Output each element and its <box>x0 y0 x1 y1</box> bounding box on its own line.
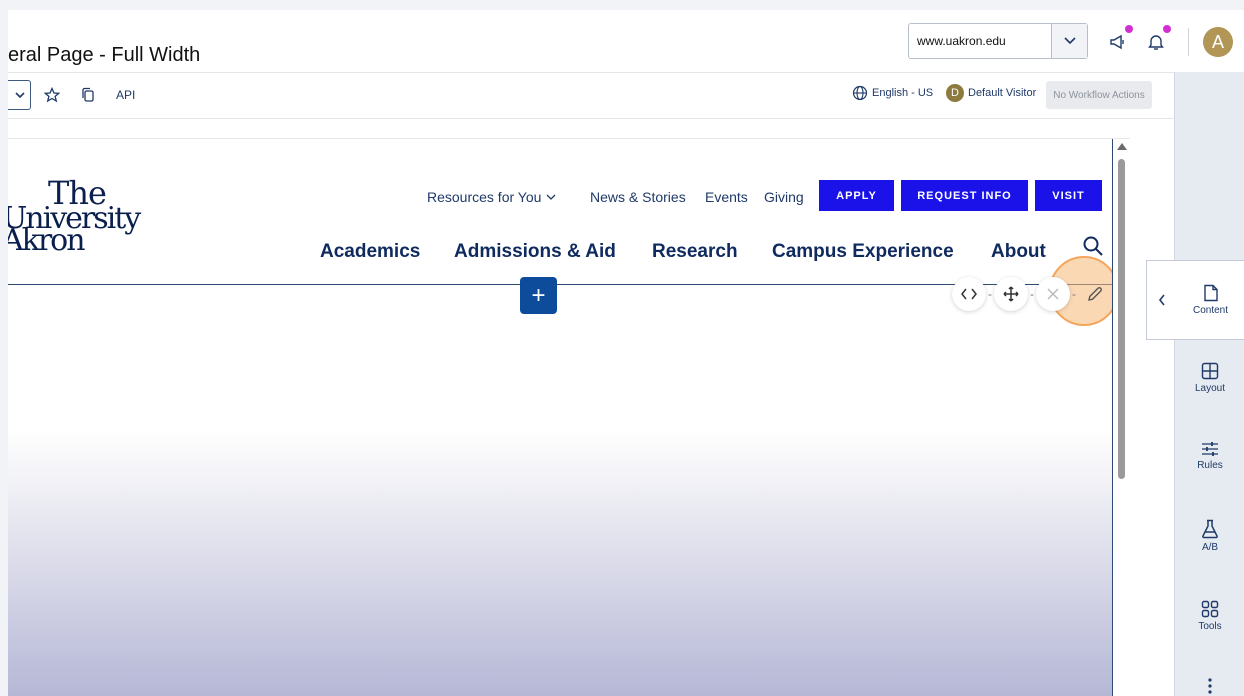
api-link[interactable]: API <box>116 88 135 102</box>
chevron-down-icon <box>15 91 25 98</box>
request-info-button[interactable]: REQUEST INFO <box>901 180 1028 211</box>
chevron-down-icon[interactable] <box>1051 24 1087 58</box>
content-label: Content <box>1192 305 1229 316</box>
beaker-icon <box>1202 519 1218 539</box>
grid-icon <box>1201 600 1219 618</box>
sidebar-item-rules[interactable]: Rules <box>1175 441 1244 471</box>
scrollbar[interactable] <box>1112 139 1130 696</box>
close-icon[interactable] <box>1036 277 1070 311</box>
nav-academics[interactable]: Academics <box>320 241 420 263</box>
workflow-actions-button[interactable]: No Workflow Actions <box>1046 81 1152 109</box>
page-title: eral Page - Full Width <box>8 44 201 66</box>
visitor-badge: D <box>946 84 964 102</box>
chevron-left-icon[interactable] <box>1147 294 1177 306</box>
nav-about[interactable]: About <box>991 241 1046 263</box>
nav-campus-experience[interactable]: Campus Experience <box>772 241 954 263</box>
notification-dot <box>1163 25 1171 33</box>
editor-sidebar: Layout Rules A/B Tools <box>1174 72 1244 696</box>
document-icon <box>1203 284 1218 302</box>
code-icon[interactable] <box>952 277 986 311</box>
sliders-icon <box>1202 442 1218 456</box>
site-selector[interactable]: www.uakron.edu <box>908 23 1088 59</box>
edit-pencil-icon[interactable] <box>1078 277 1112 311</box>
university-logo[interactable]: The University Akron <box>8 177 152 259</box>
sidebar-item-ab[interactable]: A/B <box>1175 519 1244 553</box>
hero-section[interactable] <box>8 429 1112 696</box>
nav-news-stories[interactable]: News & Stories <box>590 189 686 205</box>
megaphone-icon[interactable] <box>1106 25 1133 54</box>
star-icon[interactable] <box>41 84 63 106</box>
add-component-button[interactable]: + <box>520 277 557 314</box>
control-separator: - <box>988 287 992 301</box>
visitor-label: Default Visitor <box>968 87 1037 99</box>
component-boundary-line <box>8 284 1112 285</box>
notification-dot <box>1125 25 1133 33</box>
globe-icon <box>852 85 868 101</box>
component-controls: - - - <box>952 277 1112 311</box>
toolbar-divider-line <box>8 118 1174 119</box>
bell-icon[interactable] <box>1144 25 1171 54</box>
avatar[interactable]: A <box>1203 27 1233 57</box>
more-options-icon[interactable] <box>1175 678 1244 694</box>
sidebar-item-tools[interactable]: Tools <box>1175 600 1244 632</box>
layout-icon <box>1201 362 1219 380</box>
sidebar-item-content[interactable]: Content <box>1146 260 1244 340</box>
control-separator: - <box>1030 287 1034 301</box>
scrollbar-thumb[interactable] <box>1118 159 1125 479</box>
scroll-up-arrow-icon[interactable] <box>1117 143 1127 150</box>
site-selector-value: www.uakron.edu <box>917 34 1006 48</box>
language-selector[interactable]: English - US <box>852 85 933 101</box>
chevron-down-icon <box>546 194 556 200</box>
sidebar-item-layout[interactable]: Layout <box>1175 362 1244 394</box>
preview-canvas[interactable]: The University Akron Resources for You N… <box>8 138 1130 696</box>
nav-resources-for-you[interactable]: Resources for You <box>427 189 556 205</box>
language-label: English - US <box>872 87 934 99</box>
header-divider-line <box>8 72 1174 73</box>
app-window: eral Page - Full Width www.uakron.edu A … <box>8 10 1244 696</box>
visit-button[interactable]: VISIT <box>1035 180 1102 211</box>
copy-icon[interactable] <box>77 84 99 106</box>
visitor-selector[interactable]: D Default Visitor <box>946 84 1036 102</box>
apply-button[interactable]: APPLY <box>819 180 894 211</box>
nav-research[interactable]: Research <box>652 241 738 263</box>
move-icon[interactable] <box>994 277 1028 311</box>
nav-admissions-aid[interactable]: Admissions & Aid <box>454 241 616 263</box>
version-dropdown[interactable] <box>8 80 31 110</box>
header-divider <box>1188 28 1189 56</box>
nav-events[interactable]: Events <box>705 189 748 205</box>
control-separator: - <box>1072 287 1076 301</box>
nav-giving[interactable]: Giving <box>764 189 804 205</box>
